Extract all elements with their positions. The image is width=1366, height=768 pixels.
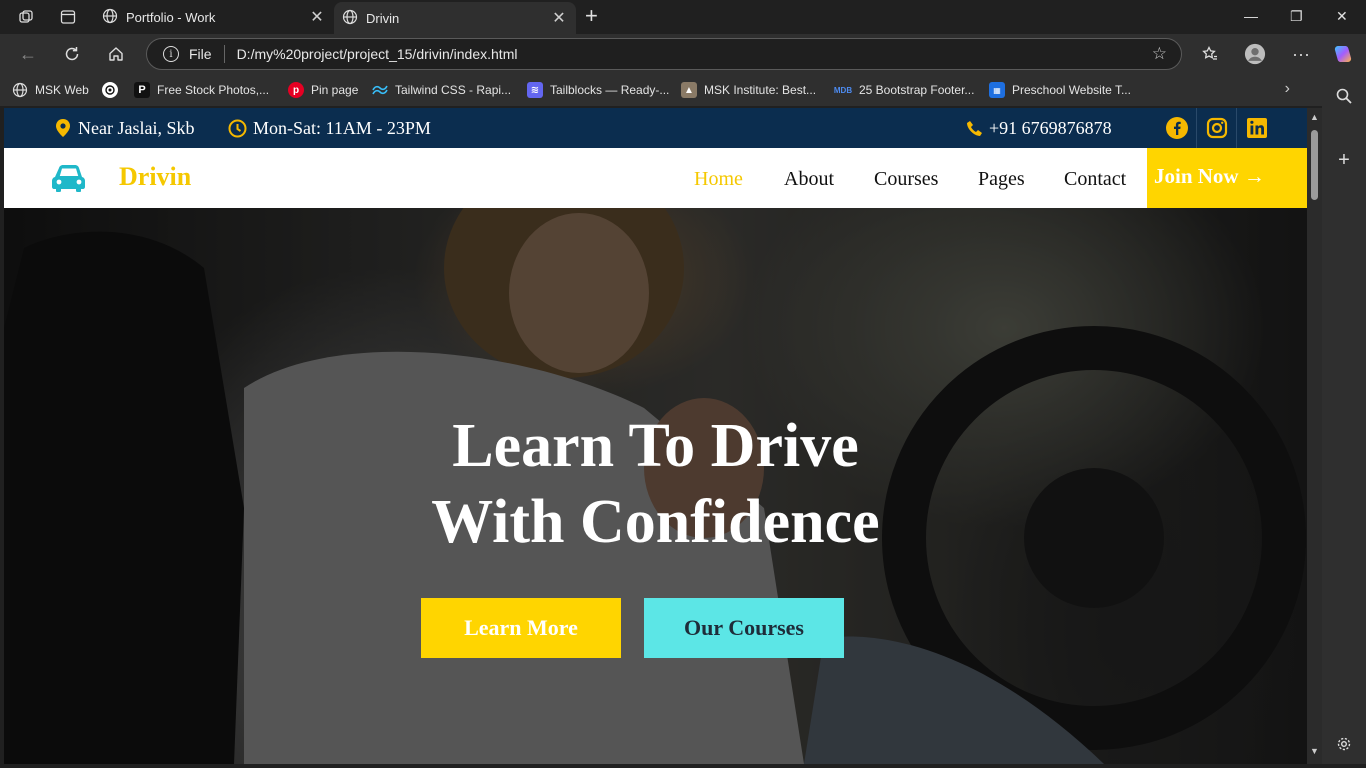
facebook-icon[interactable] [1157,108,1197,148]
profile-avatar-icon[interactable] [1244,43,1266,65]
address-bar[interactable]: i File D:/my%20project/project_15/drivin… [146,38,1182,70]
join-now-button[interactable]: Join Now → [1147,148,1307,208]
bookmark-tailwind-css[interactable]: Tailwind CSS - Rapi... [372,82,511,98]
linkedin-icon[interactable] [1236,108,1276,148]
address-toolbar: ← i File D:/my%20project/project_15/driv… [0,34,1366,74]
instagram-icon[interactable] [1196,108,1236,148]
home-icon[interactable] [105,43,127,65]
bookmark-label: Tailwind CSS - Rapi... [395,83,512,97]
pinterest-icon: p [288,82,304,98]
refresh-icon[interactable] [61,43,83,65]
bookmark-bootstrap-footer[interactable]: MDB 25 Bootstrap Footer... [833,82,975,98]
bookmark-msk-institute[interactable]: ▲ MSK Institute: Best... [681,82,816,98]
page-scrollbar[interactable]: ▲ ▼ [1307,108,1322,764]
globe-icon [342,9,358,28]
bookmark-free-stock-photos[interactable]: P Free Stock Photos,... [134,82,269,98]
nav-about[interactable]: About [784,168,834,191]
nav-home[interactable]: Home [694,168,743,191]
preschool-icon: ▦ [989,82,1005,98]
close-icon[interactable]: ✕ [548,8,570,28]
favorite-star-icon[interactable]: ☆ [1152,44,1167,64]
bookmark-label: MSK Institute: Best... [704,83,817,97]
bookmark-label: 25 Bootstrap Footer... [859,83,975,97]
scrollbar-thumb[interactable] [1311,130,1318,200]
phone-text: +91 6769876878 [989,117,1112,138]
car-logo-icon [52,165,85,192]
site-navbar: Drivin Home About Courses Pages Contact … [4,148,1307,208]
our-courses-button[interactable]: Our Courses [644,598,844,658]
learn-more-button[interactable]: Learn More [421,598,621,658]
browser-tab-strip: Portfolio - Work ✕ Drivin ✕ + — ❐ ✕ [0,0,1366,34]
nav-contact[interactable]: Contact [1064,168,1126,191]
hours-text: Mon-Sat: 11AM - 23PM [253,117,431,138]
tab-title: Drivin [366,10,400,26]
minimize-icon[interactable]: — [1244,8,1258,24]
bookmark-label: MSK Web [35,83,89,97]
copilot-icon[interactable] [1332,43,1354,65]
institute-icon: ▲ [681,82,697,98]
bookmark-pin-page[interactable]: p Pin page [288,82,358,98]
window-close-icon[interactable]: ✕ [1336,8,1348,25]
phone-icon [967,120,982,136]
hero-heading-line-1: Learn To Drive [452,412,859,480]
bookmark-label: Preschool Website T... [1012,83,1131,97]
bookmark-msk-web[interactable]: MSK Web [12,82,89,98]
vertical-tabs-icon[interactable] [58,7,78,27]
browser-sidebar: + [1322,74,1366,768]
openai-icon [102,82,118,98]
divider [223,45,225,63]
scheme-label: File [189,46,212,62]
page-viewport: Near Jaslai, Skb Mon-Sat: 11AM - 23PM +9… [4,108,1307,764]
mdb-icon: MDB [833,85,853,95]
bookmark-preschool-website[interactable]: ▦ Preschool Website T... [989,82,1131,98]
url-text[interactable]: D:/my%20project/project_15/drivin/index.… [237,46,1152,62]
nav-pages[interactable]: Pages [978,168,1025,191]
bookmark-tailblocks[interactable]: ≋ Tailblocks — Ready-... [527,82,669,98]
map-pin-icon [56,119,70,137]
chevron-right-icon[interactable]: › [1285,80,1290,98]
hero-heading-line-2: With Confidence [431,488,880,556]
new-tab-plus-icon[interactable]: + [585,5,598,27]
location-info: Near Jaslai, Skb [54,108,194,148]
bookmarks-bar: MSK Web P Free Stock Photos,... p Pin pa… [0,74,1366,106]
hero-heading: Learn To Drive With Confidence [4,408,1307,560]
nav-courses[interactable]: Courses [874,168,938,191]
scroll-down-icon[interactable]: ▼ [1310,746,1319,756]
tailwind-icon [372,82,388,98]
gear-icon[interactable] [1334,734,1354,754]
search-icon[interactable] [1334,86,1354,106]
info-icon[interactable]: i [163,46,179,62]
restore-icon[interactable]: ❐ [1290,8,1303,25]
tab-title: Portfolio - Work [126,9,216,25]
pexels-icon: P [134,82,150,98]
tab-portfolio-work[interactable]: Portfolio - Work ✕ [94,0,334,34]
phone-info: +91 6769876878 [966,108,1112,148]
tab-drivin[interactable]: Drivin ✕ [334,2,576,34]
site-topbar: Near Jaslai, Skb Mon-Sat: 11AM - 23PM +9… [4,108,1307,148]
globe-icon [12,82,28,98]
bookmark-label: Tailblocks — Ready-... [550,83,670,97]
workspaces-icon[interactable] [16,7,36,27]
tailblocks-icon: ≋ [527,82,543,98]
back-arrow-icon[interactable]: ← [17,43,39,65]
bookmark-label: Free Stock Photos,... [157,83,270,97]
add-sidebar-app-icon[interactable]: + [1334,149,1354,171]
globe-icon [102,8,118,27]
window-bottom-edge [0,764,1366,768]
bookmark-label: Pin page [311,83,359,97]
location-text: Near Jaslai, Skb [78,117,195,138]
clock-icon [228,119,247,137]
brand-name[interactable]: Drivin [119,162,191,192]
scroll-up-icon[interactable]: ▲ [1310,112,1319,122]
favorites-icon[interactable] [1199,43,1221,65]
close-icon[interactable]: ✕ [306,7,328,27]
hours-info: Mon-Sat: 11AM - 23PM [228,108,431,148]
hero-section: Learn To Drive With Confidence Learn Mor… [4,208,1307,764]
more-menu-icon[interactable]: ··· [1290,43,1312,65]
bookmark-openai[interactable] [102,82,125,98]
